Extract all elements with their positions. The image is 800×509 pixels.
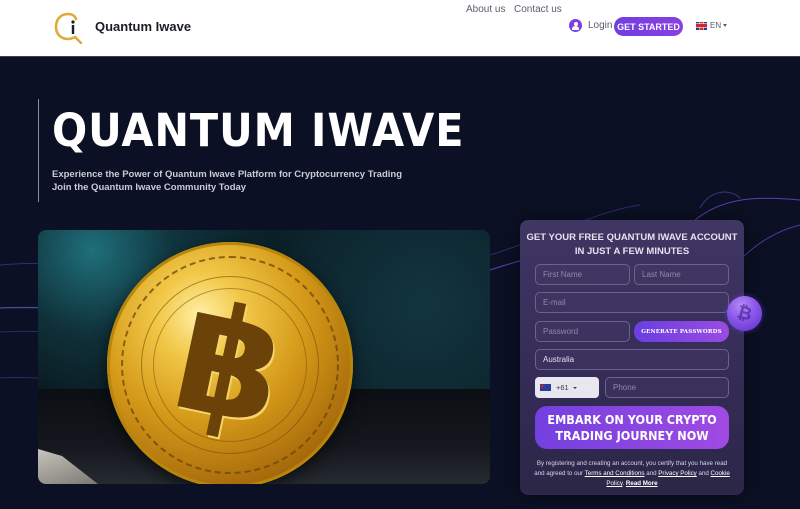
login-link[interactable]: Login bbox=[569, 19, 612, 32]
chevron-down-icon bbox=[572, 386, 577, 389]
australia-flag-icon bbox=[540, 384, 551, 391]
site-header: Quantum Iwave About us Contact us Login … bbox=[0, 0, 800, 57]
country-select[interactable]: Australia bbox=[535, 349, 729, 370]
submit-label-line-1: EMBARK ON YOUR CRYPTO bbox=[547, 411, 717, 427]
terms-link[interactable]: Terms and Conditions bbox=[585, 470, 645, 477]
submit-button[interactable]: EMBARK ON YOUR CRYPTO TRADING JOURNEY NO… bbox=[535, 406, 729, 449]
phone-input[interactable]: Phone bbox=[605, 377, 729, 398]
quantum-iwave-logo[interactable] bbox=[54, 10, 84, 44]
registration-form: GET YOUR FREE QUANTUM IWAVE ACCOUNT IN J… bbox=[520, 220, 744, 495]
chevron-down-icon bbox=[723, 24, 728, 27]
language-selector[interactable]: EN bbox=[696, 21, 728, 30]
hero-subtitle-line-1: Experience the Power of Quantum Iwave Pl… bbox=[52, 169, 402, 180]
submit-label-line-2: TRADING JOURNEY NOW bbox=[555, 427, 709, 443]
email-input[interactable]: E-mail bbox=[535, 292, 729, 313]
read-more-link[interactable]: Read More bbox=[626, 480, 658, 487]
disclaimer-and-1: and bbox=[644, 470, 659, 477]
form-title-line-1: GET YOUR FREE QUANTUM IWAVE ACCOUNT bbox=[526, 232, 738, 243]
hero-subtitle-line-2: Join the Quantum Iwave Community Today bbox=[52, 182, 247, 193]
disclaimer-and-2: and bbox=[696, 470, 711, 477]
bitcoin-symbol-icon: ฿ bbox=[160, 269, 300, 461]
phone-code-label: +61 bbox=[556, 383, 569, 392]
phone-country-code-select[interactable]: +61 bbox=[535, 377, 599, 398]
nav-contact-us[interactable]: Contact us bbox=[514, 4, 562, 15]
last-name-input[interactable]: Last Name bbox=[634, 264, 729, 285]
brand-name[interactable]: Quantum Iwave bbox=[95, 19, 191, 34]
user-icon bbox=[569, 19, 582, 32]
login-label: Login bbox=[588, 20, 613, 31]
hero-subtitle: Experience the Power of Quantum Iwave Pl… bbox=[52, 168, 402, 194]
uk-flag-icon bbox=[696, 21, 707, 30]
first-name-input[interactable]: First Name bbox=[535, 264, 630, 285]
hero-title: QUANTUM IWAVE bbox=[52, 104, 465, 157]
get-started-button[interactable]: GET STARTED bbox=[614, 17, 683, 36]
bitcoin-coin: ฿ bbox=[107, 242, 353, 484]
terms-disclaimer: By registering and creating an account, … bbox=[532, 459, 732, 489]
bitcoin-image: ฿ bbox=[38, 230, 490, 484]
language-label: EN bbox=[710, 21, 722, 30]
form-title-line-2: IN JUST A FEW MINUTES bbox=[574, 246, 690, 257]
privacy-policy-link[interactable]: Privacy Policy bbox=[658, 470, 697, 477]
hero-accent-bar bbox=[38, 99, 39, 202]
generate-passwords-button[interactable]: GENERATE PASSWORDS bbox=[634, 321, 729, 342]
form-title: GET YOUR FREE QUANTUM IWAVE ACCOUNT IN J… bbox=[520, 231, 744, 259]
password-input[interactable]: Password bbox=[535, 321, 630, 342]
nav-about-us[interactable]: About us bbox=[466, 4, 505, 15]
